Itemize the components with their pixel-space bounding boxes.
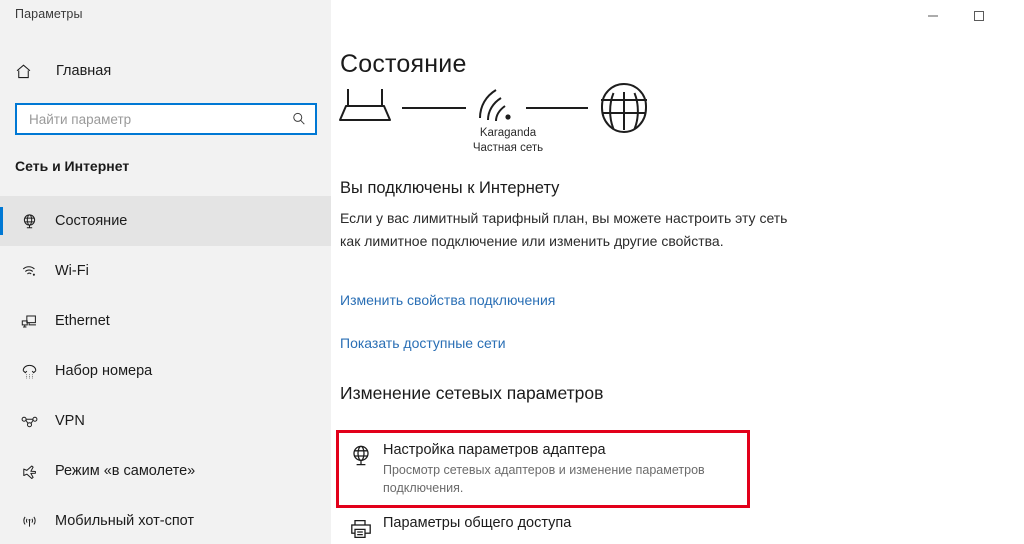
sidebar-item-airplane-mode[interactable]: Режим «в самолете» <box>0 446 331 496</box>
vpn-icon <box>14 412 44 431</box>
sidebar: Параметры Главная Сеть и <box>0 0 331 544</box>
settings-window: Параметры Главная Сеть и <box>0 0 1024 544</box>
maximize-button[interactable] <box>956 0 1002 32</box>
sidebar-section-title: Сеть и Интернет <box>15 158 130 174</box>
sidebar-item-label: Wi-Fi <box>55 263 89 279</box>
sidebar-nav-list: Состояние Wi-Fi Ethernet Набор номера VP… <box>0 196 331 544</box>
option-subtitle: Просмотр сетевых адаптеров и изменение п… <box>383 463 705 495</box>
network-ssid: Karaganda <box>479 127 537 139</box>
home-icon <box>14 62 44 81</box>
link-change-connection-properties[interactable]: Изменить свойства подключения <box>340 292 555 308</box>
ethernet-icon <box>14 312 44 331</box>
network-name-label: Karaganda Частная сеть <box>418 126 598 156</box>
search-box[interactable] <box>15 103 317 135</box>
printer-share-icon <box>339 514 383 542</box>
minimize-button[interactable] <box>910 0 956 32</box>
sidebar-item-home[interactable]: Главная <box>0 52 331 90</box>
sidebar-item-label: Режим «в самолете» <box>55 463 196 479</box>
sidebar-item-label: Состояние <box>55 213 128 229</box>
option-adapter-settings[interactable]: Настройка параметров адаптера Просмотр с… <box>339 441 739 497</box>
network-diagram: Karaganda Частная сеть <box>336 82 676 172</box>
wifi-icon <box>14 262 44 281</box>
sidebar-item-wifi[interactable]: Wi-Fi <box>0 246 331 296</box>
option-sharing-text: Параметры общего доступа <box>383 514 571 533</box>
sidebar-item-vpn[interactable]: VPN <box>0 396 331 446</box>
main-content: Состояние Karaganda Частная сеть Вы подк… <box>331 0 1024 544</box>
wifi-signal-icon <box>479 89 511 122</box>
app-title: Параметры <box>15 7 83 21</box>
sidebar-item-status[interactable]: Состояние <box>0 196 331 246</box>
globe-monitor-icon <box>14 212 44 231</box>
search-input[interactable] <box>29 111 291 127</box>
close-button[interactable] <box>1002 0 1024 32</box>
dialup-phone-icon <box>14 362 44 381</box>
option-title: Параметры общего доступа <box>383 515 572 531</box>
router-icon <box>339 89 391 121</box>
sidebar-item-label: Мобильный хот-спот <box>55 513 195 529</box>
hotspot-icon <box>14 512 44 531</box>
sidebar-item-label: VPN <box>55 413 85 429</box>
network-adapter-icon <box>339 441 383 469</box>
sidebar-item-mobile-hotspot[interactable]: Мобильный хот-спот <box>0 496 331 544</box>
network-type: Частная сеть <box>472 142 544 154</box>
status-description: Если у вас лимитный тарифный план, вы мо… <box>340 210 788 249</box>
sidebar-item-dialup[interactable]: Набор номера <box>0 346 331 396</box>
page-title: Состояние <box>340 50 467 78</box>
link-show-available-networks[interactable]: Показать доступные сети <box>340 335 506 351</box>
sidebar-item-label: Ethernet <box>55 313 110 329</box>
sidebar-item-ethernet[interactable]: Ethernet <box>0 296 331 346</box>
option-sharing-settings[interactable]: Параметры общего доступа <box>339 514 739 542</box>
status-heading: Вы подключены к Интернету <box>340 179 560 197</box>
search-icon[interactable] <box>291 111 307 127</box>
search-container <box>15 103 317 135</box>
sidebar-item-label: Набор номера <box>55 363 153 379</box>
airplane-icon <box>14 462 44 481</box>
option-title: Настройка параметров адаптера <box>383 442 606 458</box>
sidebar-home-label: Главная <box>56 63 112 79</box>
option-adapter-text: Настройка параметров адаптера Просмотр с… <box>383 441 735 497</box>
window-controls <box>910 0 1024 32</box>
settings-section-heading: Изменение сетевых параметров <box>340 383 604 403</box>
globe-icon <box>601 83 647 133</box>
